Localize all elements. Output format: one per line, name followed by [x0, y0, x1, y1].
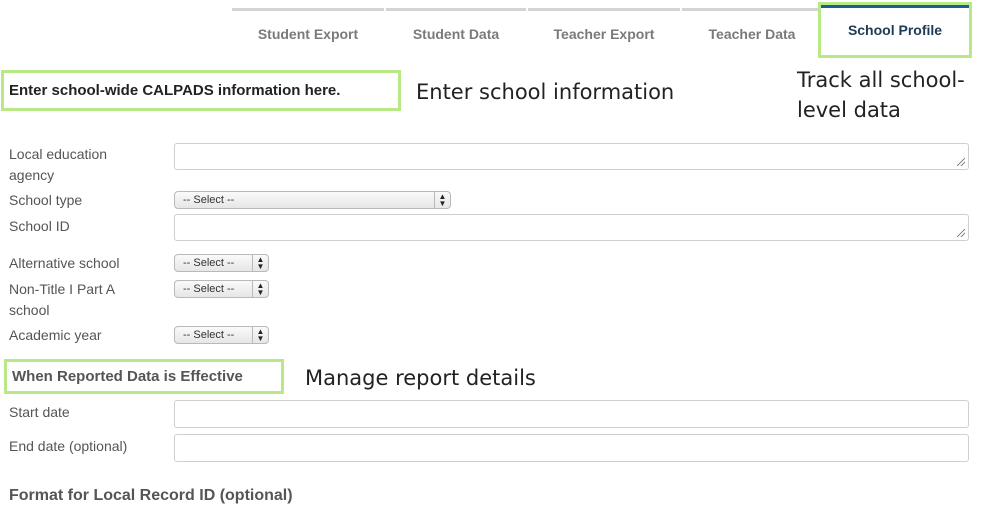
tab-student-export[interactable]: Student Export	[232, 8, 384, 56]
label-school-id: School ID	[9, 218, 70, 234]
alternative-school-select-value: -- Select --	[183, 257, 235, 269]
select-arrows-icon: ▲ ▼	[252, 327, 268, 343]
tab-label: Teacher Data	[708, 25, 796, 42]
tab-label: Student Data	[412, 25, 500, 42]
select-arrows-icon: ▲ ▼	[252, 255, 268, 271]
format-heading: Format for Local Record ID (optional)	[9, 487, 293, 504]
effective-heading: When Reported Data is Effective	[4, 359, 284, 394]
annotation-track-line2: level data	[797, 98, 901, 122]
school-type-select[interactable]: -- Select -- ▲ ▼	[174, 191, 451, 209]
label-lea-line1: Local education	[9, 146, 108, 162]
alternative-school-select[interactable]: -- Select -- ▲ ▼	[174, 254, 269, 272]
nontitle-select[interactable]: -- Select -- ▲ ▼	[174, 280, 269, 298]
label-start-date: Start date	[9, 404, 70, 420]
tab-label: School Profile	[847, 22, 943, 38]
nontitle-select-value: -- Select --	[183, 283, 235, 295]
select-arrows-icon: ▲ ▼	[252, 281, 268, 297]
label-end-date: End date (optional)	[9, 438, 128, 454]
label-lea-line2: agency	[9, 167, 55, 183]
tab-teacher-export[interactable]: Teacher Export	[528, 8, 680, 56]
effective-heading-text: When Reported Data is Effective	[12, 368, 243, 385]
tab-teacher-data[interactable]: Teacher Data	[682, 8, 822, 56]
academic-year-select-value: -- Select --	[183, 329, 235, 341]
school-id-input[interactable]	[174, 214, 969, 241]
annotation-track-line1: Track all school-	[797, 68, 965, 92]
label-nontitle-line2: school	[9, 302, 50, 318]
academic-year-select[interactable]: -- Select -- ▲ ▼	[174, 326, 269, 344]
school-type-select-value: -- Select --	[183, 194, 235, 206]
resize-handle-icon[interactable]	[957, 158, 965, 166]
calpads-heading: Enter school-wide CALPADS information he…	[1, 70, 401, 111]
label-nontitle-line1: Non-Title I Part A	[9, 281, 116, 297]
annotation-manage: Manage report details	[305, 366, 536, 390]
lea-input[interactable]	[174, 143, 969, 170]
tab-label: Student Export	[257, 25, 359, 42]
tab-label: Teacher Export	[553, 25, 655, 42]
label-academic-year: Academic year	[9, 327, 102, 343]
end-date-input[interactable]	[174, 434, 969, 462]
annotation-enter-info: Enter school information	[416, 80, 675, 104]
start-date-input[interactable]	[174, 400, 969, 428]
label-alternative-school: Alternative school	[9, 255, 120, 271]
calpads-heading-text: Enter school-wide CALPADS information he…	[9, 82, 341, 99]
label-school-type: School type	[9, 192, 83, 208]
tab-school-profile[interactable]: School Profile	[818, 2, 972, 58]
resize-handle-icon[interactable]	[957, 229, 965, 237]
tab-student-data[interactable]: Student Data	[386, 8, 526, 56]
select-arrows-icon: ▲ ▼	[434, 192, 450, 208]
